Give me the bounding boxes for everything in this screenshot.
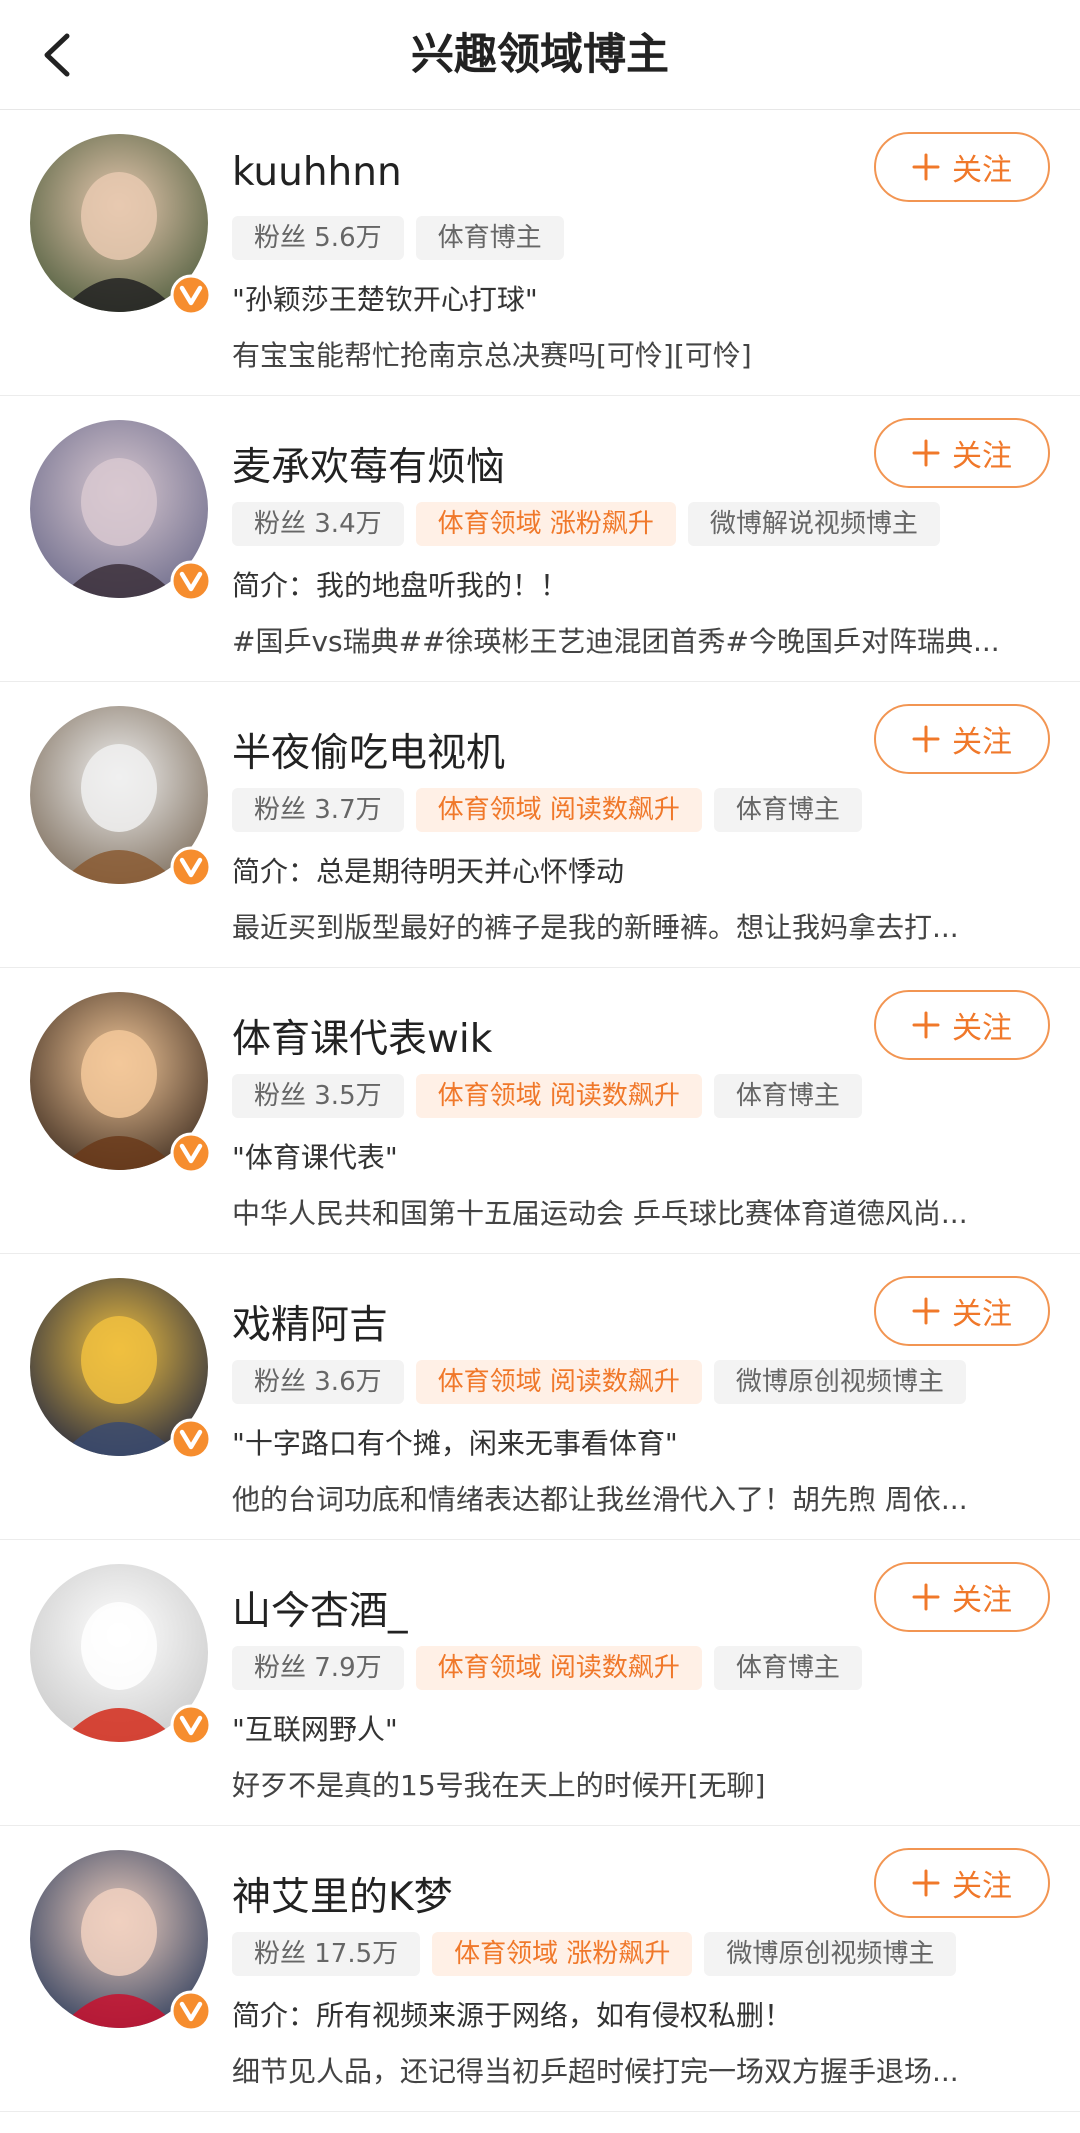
blogger-latest-post[interactable]: 最近买到版型最好的裤子是我的新睡裤。想让我妈拿去打... bbox=[232, 906, 1044, 946]
info-tag: 体育博主 bbox=[713, 1646, 862, 1690]
info-tag: 粉丝 3.5万 bbox=[232, 1074, 404, 1118]
blogger-name[interactable]: 戏精阿吉 bbox=[232, 1294, 388, 1350]
trend-badge: 体育领域 阅读数飙升 bbox=[415, 1360, 702, 1404]
avatar-wrapper[interactable] bbox=[30, 1850, 212, 2032]
tag-row: 粉丝 7.9万 体育领域 阅读数飙升 体育博主 bbox=[232, 1646, 862, 1690]
follow-label: 关注 bbox=[952, 153, 1012, 188]
blogger-list-item[interactable]: 体育课代表wik 关注 粉丝 3.5万 体育领域 阅读数飙升 体育博主 "体育课代表… bbox=[0, 968, 1080, 1254]
info-tag: 粉丝 17.5万 bbox=[232, 1932, 421, 1976]
plus-icon bbox=[912, 153, 940, 181]
blogger-list-item[interactable]: kuuhhnn 关注 粉丝 5.6万 体育博主 "孙颖莎王楚钦开心打球" 有宝宝能… bbox=[0, 110, 1080, 396]
info-tag: 粉丝 3.7万 bbox=[232, 788, 404, 832]
blogger-latest-post[interactable]: 有宝宝能帮忙抢南京总决赛吗[可怜][可怜] bbox=[232, 334, 1044, 374]
plus-icon bbox=[912, 1583, 940, 1611]
blogger-list-item[interactable]: 戏精阿吉 关注 粉丝 3.6万 体育领域 阅读数飙升 微博原创视频博主 "十字路口有… bbox=[0, 1254, 1080, 1540]
blogger-name[interactable]: 半夜偷吃电视机 bbox=[232, 722, 505, 778]
trend-badge: 体育领域 阅读数飙升 bbox=[415, 1646, 702, 1690]
blogger-name[interactable]: 山今杏酒_ bbox=[232, 1580, 408, 1636]
info-tag: 微博原创视频博主 bbox=[704, 1932, 957, 1976]
tag-row: 粉丝 3.5万 体育领域 阅读数飙升 体育博主 bbox=[232, 1074, 862, 1118]
info-tag: 体育博主 bbox=[713, 788, 862, 832]
tag-row: 粉丝 5.6万 体育博主 bbox=[232, 216, 564, 260]
blogger-intro: 简介：总是期待明天并心怀悸动 bbox=[232, 855, 625, 888]
follow-button[interactable]: 关注 bbox=[874, 990, 1050, 1060]
info-tag: 微博解说视频博主 bbox=[687, 502, 940, 546]
tag-row: 粉丝 17.5万 体育领域 涨粉飙升 微博原创视频博主 bbox=[232, 1932, 957, 1976]
follow-label: 关注 bbox=[952, 1297, 1012, 1332]
blogger-list: kuuhhnn 关注 粉丝 5.6万 体育博主 "孙颖莎王楚钦开心打球" 有宝宝能… bbox=[0, 110, 1080, 2112]
blogger-intro: "互联网野人" bbox=[232, 1713, 398, 1746]
follow-button[interactable]: 关注 bbox=[874, 1276, 1050, 1346]
follow-button[interactable]: 关注 bbox=[874, 132, 1050, 202]
info-tag: 粉丝 3.4万 bbox=[232, 502, 404, 546]
blogger-list-item[interactable]: 山今杏酒_ 关注 粉丝 7.9万 体育领域 阅读数飙升 体育博主 "互联网野人" 好… bbox=[0, 1540, 1080, 1826]
follow-button[interactable]: 关注 bbox=[874, 1562, 1050, 1632]
follow-label: 关注 bbox=[952, 1583, 1012, 1618]
tag-row: 粉丝 3.7万 体育领域 阅读数飙升 体育博主 bbox=[232, 788, 862, 832]
blogger-name[interactable]: 体育课代表wik bbox=[232, 1008, 492, 1064]
info-tag: 粉丝 7.9万 bbox=[232, 1646, 404, 1690]
blogger-list-item[interactable]: 麦承欢莓有烦恼 关注 粉丝 3.4万 体育领域 涨粉飙升 微博解说视频博主 简介：我… bbox=[0, 396, 1080, 682]
plus-icon bbox=[912, 1011, 940, 1039]
tag-row: 粉丝 3.4万 体育领域 涨粉飙升 微博解说视频博主 bbox=[232, 502, 940, 546]
plus-icon bbox=[912, 1869, 940, 1897]
blogger-name[interactable]: 神艾里的K梦 bbox=[232, 1866, 453, 1922]
avatar-wrapper[interactable] bbox=[30, 1564, 212, 1746]
follow-button[interactable]: 关注 bbox=[874, 1848, 1050, 1918]
follow-label: 关注 bbox=[952, 439, 1012, 474]
blogger-intro: 简介：所有视频来源于网络，如有侵权私删！ bbox=[232, 1999, 793, 2032]
trend-badge: 体育领域 涨粉飙升 bbox=[432, 1932, 693, 1976]
tag-row: 粉丝 3.6万 体育领域 阅读数飙升 微博原创视频博主 bbox=[232, 1360, 966, 1404]
info-tag: 粉丝 3.6万 bbox=[232, 1360, 404, 1404]
plus-icon bbox=[912, 725, 940, 753]
page-title: 兴趣领域博主 bbox=[411, 30, 669, 80]
info-tag: 体育博主 bbox=[713, 1074, 862, 1118]
blogger-name[interactable]: 麦承欢莓有烦恼 bbox=[232, 436, 505, 492]
blogger-latest-post[interactable]: #国乒vs瑞典##徐瑛彬王艺迪混团首秀#今晚国乒对阵瑞典... bbox=[232, 620, 1044, 660]
verified-badge-icon bbox=[170, 560, 212, 602]
follow-label: 关注 bbox=[952, 725, 1012, 760]
blogger-intro: "孙颖莎王楚钦开心打球" bbox=[232, 283, 538, 316]
verified-badge-icon bbox=[170, 846, 212, 888]
blogger-latest-post[interactable]: 中华人民共和国第十五届运动会 乒乓球比赛体育道德风尚... bbox=[232, 1192, 1044, 1232]
trend-badge: 体育领域 涨粉飙升 bbox=[415, 502, 676, 546]
plus-icon bbox=[912, 1297, 940, 1325]
avatar-wrapper[interactable] bbox=[30, 706, 212, 888]
top-bar: 兴趣领域博主 bbox=[0, 0, 1080, 110]
verified-badge-icon bbox=[170, 1418, 212, 1460]
blogger-name[interactable]: kuuhhnn bbox=[232, 150, 402, 195]
avatar-wrapper[interactable] bbox=[30, 1278, 212, 1460]
blogger-latest-post[interactable]: 好歹不是真的15号我在天上的时候开[无聊] bbox=[232, 1764, 1044, 1804]
info-tag: 粉丝 5.6万 bbox=[232, 216, 404, 260]
blogger-list-item[interactable]: 神艾里的K梦 关注 粉丝 17.5万 体育领域 涨粉飙升 微博原创视频博主 简介：所… bbox=[0, 1826, 1080, 2112]
blogger-list-item[interactable]: 半夜偷吃电视机 关注 粉丝 3.7万 体育领域 阅读数飙升 体育博主 简介：总是期待… bbox=[0, 682, 1080, 968]
info-tag: 微博原创视频博主 bbox=[713, 1360, 966, 1404]
plus-icon bbox=[912, 439, 940, 467]
blogger-intro: "体育课代表" bbox=[232, 1141, 398, 1174]
follow-button[interactable]: 关注 bbox=[874, 704, 1050, 774]
blogger-intro: "十字路口有个摊，闲来无事看体育" bbox=[232, 1427, 678, 1460]
follow-button[interactable]: 关注 bbox=[874, 418, 1050, 488]
avatar-wrapper[interactable] bbox=[30, 420, 212, 602]
info-tag: 体育博主 bbox=[415, 216, 564, 260]
verified-badge-icon bbox=[170, 274, 212, 316]
blogger-latest-post[interactable]: 他的台词功底和情绪表达都让我丝滑代入了！胡先煦 周依... bbox=[232, 1478, 1044, 1518]
avatar-wrapper[interactable] bbox=[30, 992, 212, 1174]
trend-badge: 体育领域 阅读数飙升 bbox=[415, 1074, 702, 1118]
verified-badge-icon bbox=[170, 1132, 212, 1174]
follow-label: 关注 bbox=[952, 1011, 1012, 1046]
trend-badge: 体育领域 阅读数飙升 bbox=[415, 788, 702, 832]
verified-badge-icon bbox=[170, 1704, 212, 1746]
blogger-intro: 简介：我的地盘听我的！！ bbox=[232, 569, 569, 602]
blogger-latest-post[interactable]: 细节见人品，还记得当初乒超时候打完一场双方握手退场... bbox=[232, 2050, 1044, 2090]
avatar-wrapper[interactable] bbox=[30, 134, 212, 316]
verified-badge-icon bbox=[170, 1990, 212, 2032]
follow-label: 关注 bbox=[952, 1869, 1012, 1904]
